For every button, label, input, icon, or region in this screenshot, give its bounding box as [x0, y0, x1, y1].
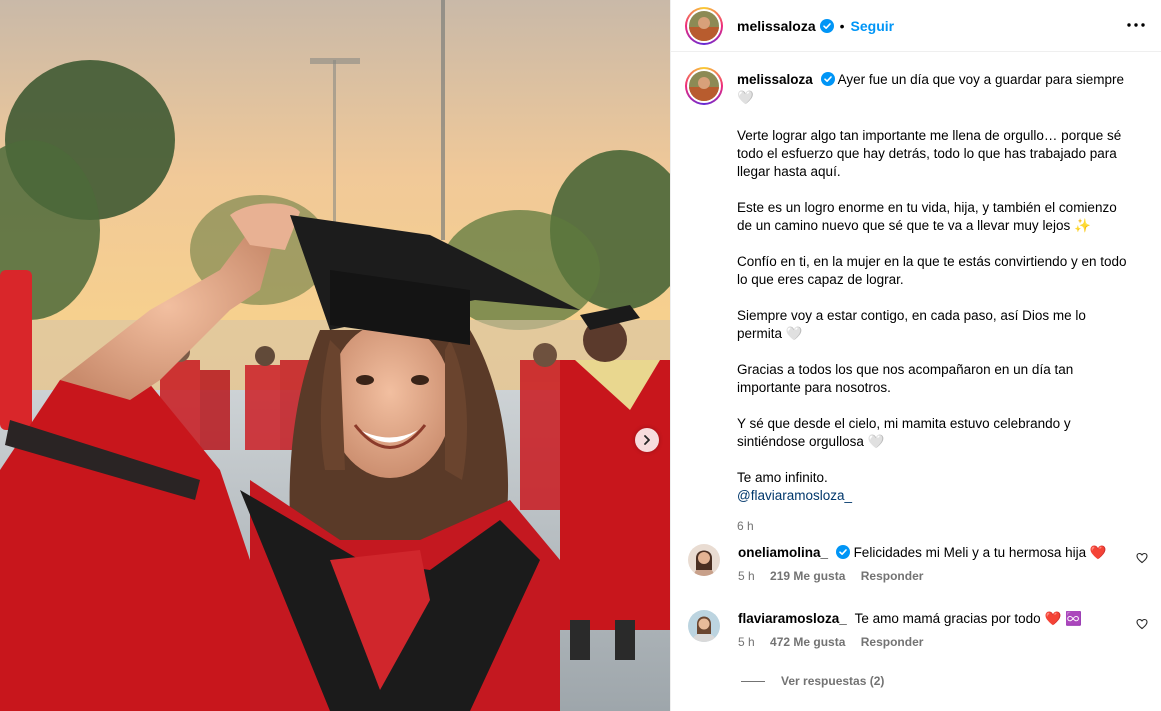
post-header: melissaloza • Seguir [671, 0, 1161, 52]
mention-link[interactable]: @flaviaramosloza_ [737, 488, 852, 503]
author-avatar[interactable] [685, 6, 723, 45]
caption-paragraph: Siempre voy a estar contigo, en cada pas… [737, 308, 1086, 341]
avatar-image [689, 10, 719, 41]
caption-paragraph: Confío en ti, en la mujer en la que te e… [737, 254, 1127, 287]
heart-outline-icon[interactable] [1136, 552, 1148, 564]
comment-item: oneliamolina_ Felicidades mi Meli y a tu… [685, 544, 1148, 585]
comment-meta: 5 h 219 Me gusta Responder [738, 567, 1107, 585]
follow-button[interactable]: Seguir [851, 18, 895, 34]
white-heart-emoji: 🤍 [867, 434, 885, 449]
comment-likes[interactable]: 472 Me gusta [770, 635, 845, 649]
caption-paragraph: Gracias a todos los que nos acompañaron … [737, 362, 1074, 395]
caption-paragraph: Y sé que desde el cielo, mi mamita estuv… [737, 416, 1071, 449]
heart-outline-icon[interactable] [1136, 618, 1148, 630]
comment-meta: 5 h 472 Me gusta Responder [738, 633, 1082, 651]
post-panel: melissaloza • Seguir melissaloza Ayer fu… [670, 0, 1161, 711]
caption-first-line: Ayer fue un día que voy a guardar para s… [837, 72, 1125, 87]
caption-avatar[interactable] [685, 67, 723, 105]
author-username[interactable]: melissaloza [737, 18, 816, 34]
replies-divider-line [741, 680, 765, 682]
commenter-avatar[interactable] [688, 544, 720, 576]
red-heart-emoji: ❤️ [1089, 545, 1107, 560]
more-options-icon [1127, 23, 1145, 27]
verified-badge-icon [820, 72, 835, 86]
comment-text: Felicidades mi Meli y a tu hermosa hija [853, 545, 1087, 560]
caption-paragraph: Este es un logro enorme en tu vida, hija… [737, 200, 1117, 233]
comment-time[interactable]: 5 h [738, 635, 755, 649]
caption-username[interactable]: melissaloza [737, 72, 813, 87]
comment-text: Te amo mamá gracias por todo [854, 611, 1041, 626]
post-timestamp[interactable]: 6 h [737, 517, 1127, 535]
view-replies-button[interactable]: Ver respuestas (2) [741, 674, 884, 688]
reply-button[interactable]: Responder [861, 569, 924, 583]
comment-username[interactable]: oneliamolina_ [738, 545, 828, 560]
chevron-right-icon [644, 435, 650, 445]
heart-infinity-emoji: ❤️ ♾️ [1044, 611, 1082, 626]
view-replies-label: Ver respuestas (2) [781, 674, 885, 688]
sparkles-emoji: ✨ [1073, 218, 1091, 233]
white-heart-emoji: 🤍 [737, 90, 754, 105]
separator-dot: • [839, 17, 845, 34]
caption-paragraph: Te amo infinito. @flaviaramosloza_ [737, 470, 853, 503]
next-slide-button[interactable] [635, 428, 659, 452]
comment-time[interactable]: 5 h [738, 569, 755, 583]
comment-username[interactable]: flaviaramosloza_ [738, 611, 847, 626]
comment-likes[interactable]: 219 Me gusta [770, 569, 845, 583]
verified-badge-icon [835, 545, 850, 559]
reply-button[interactable]: Responder [861, 635, 924, 649]
comments-scroll-area[interactable]: melissaloza Ayer fue un día que voy a gu… [671, 53, 1161, 711]
white-heart-emoji: 🤍 [785, 326, 803, 341]
avatar-image [689, 71, 719, 101]
comment-item: flaviaramosloza_ Te amo mamá gracias por… [685, 610, 1148, 651]
graduation-photo [0, 0, 670, 711]
more-options-button[interactable] [1125, 14, 1147, 36]
caption-paragraph: Verte lograr algo tan importante me llen… [737, 128, 1122, 179]
post-media[interactable] [0, 0, 670, 711]
caption: melissaloza Ayer fue un día que voy a gu… [671, 53, 1161, 535]
caption-text: melissaloza Ayer fue un día que voy a gu… [737, 67, 1127, 535]
commenter-avatar[interactable] [688, 610, 720, 642]
verified-badge-icon [819, 18, 834, 33]
